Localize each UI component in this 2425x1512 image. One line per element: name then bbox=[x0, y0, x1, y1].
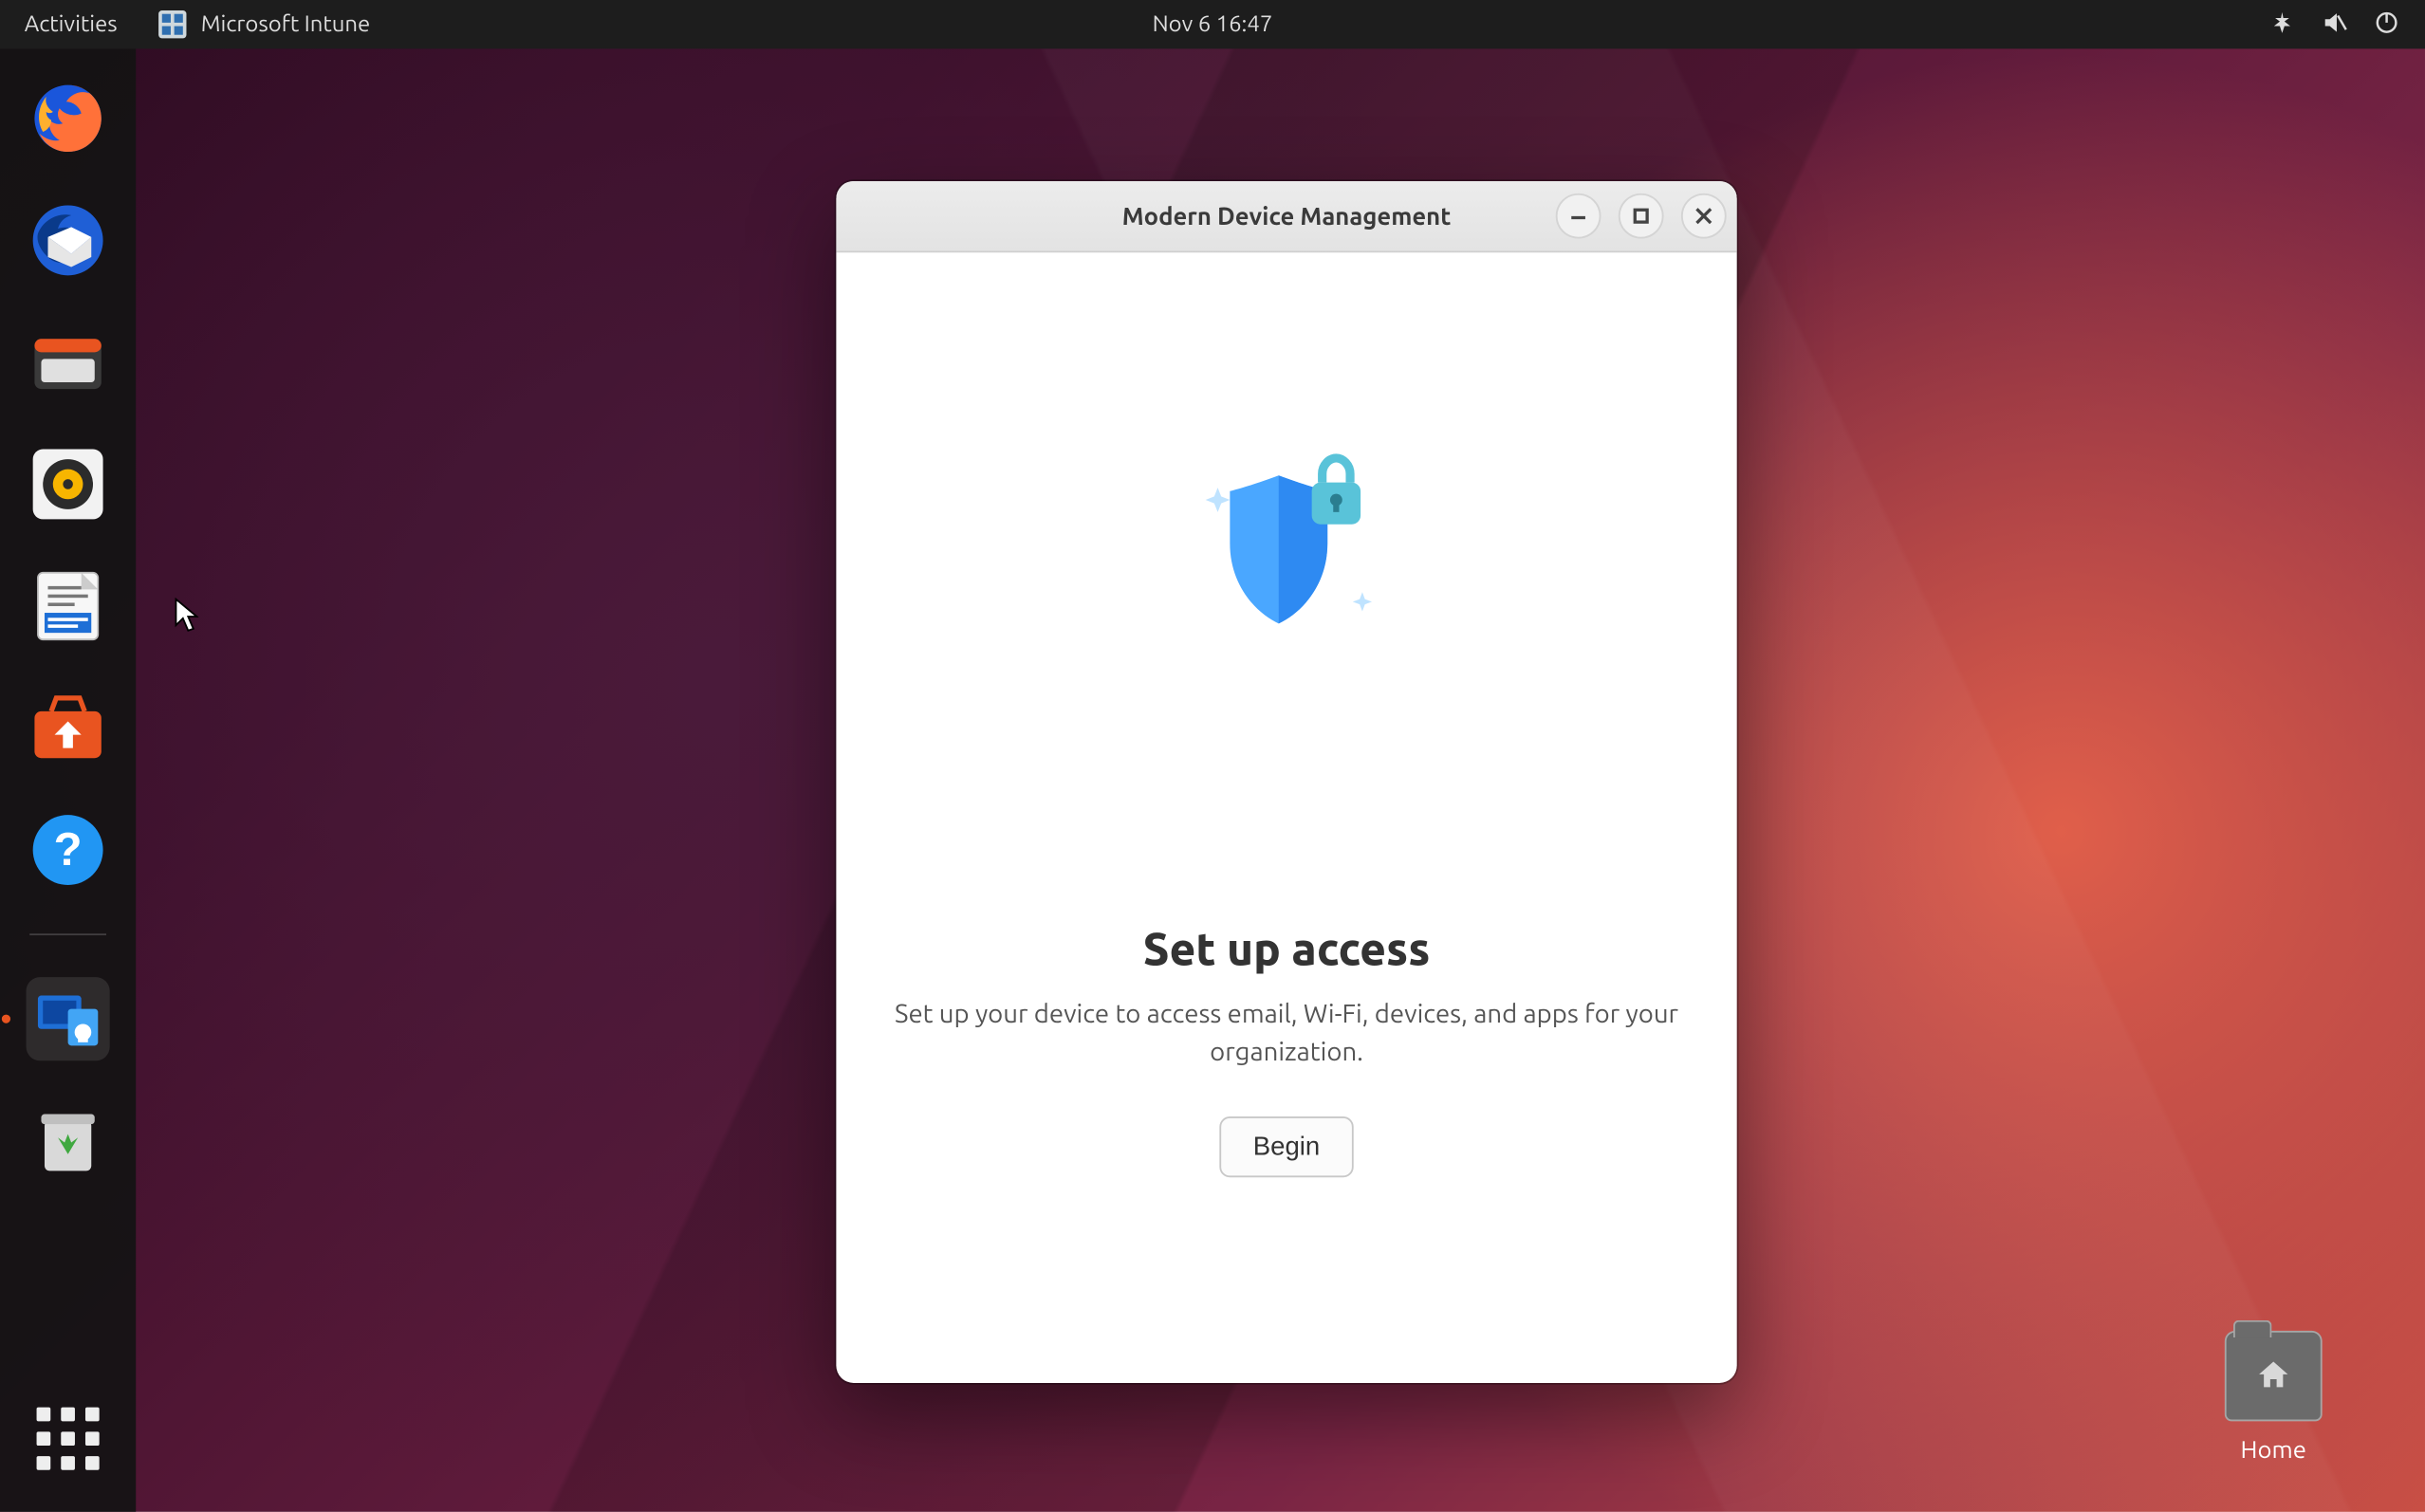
top-panel: Activities Microsoft Intune Nov 6 16:47 bbox=[0, 0, 2425, 48]
window-minimize-button[interactable] bbox=[1556, 194, 1601, 239]
dock-separator bbox=[29, 933, 106, 935]
dock-item-libreoffice-writer[interactable] bbox=[27, 564, 110, 648]
app-menu[interactable]: Microsoft Intune bbox=[141, 10, 387, 38]
dock-item-trash[interactable] bbox=[27, 1099, 110, 1183]
clock[interactable]: Nov 6 16:47 bbox=[1153, 12, 1273, 37]
app-menu-label: Microsoft Intune bbox=[201, 12, 370, 37]
begin-button[interactable]: Begin bbox=[1220, 1116, 1353, 1176]
trash-icon bbox=[28, 1100, 107, 1180]
setup-subtext: Set up your device to access email, Wi-F… bbox=[895, 994, 1678, 1070]
ubuntu-software-icon bbox=[28, 688, 107, 767]
close-icon bbox=[1695, 208, 1712, 225]
dock-item-help[interactable]: ? bbox=[27, 808, 110, 892]
volume-icon[interactable] bbox=[2321, 8, 2348, 41]
window-titlebar[interactable]: Modern Device Management bbox=[836, 181, 1736, 252]
system-tray[interactable] bbox=[2244, 8, 2425, 41]
window-maximize-button[interactable] bbox=[1619, 194, 1664, 239]
dock-item-microsoft-intune[interactable] bbox=[27, 977, 110, 1060]
minimize-icon bbox=[1569, 208, 1586, 225]
microsoft-intune-icon bbox=[28, 979, 107, 1059]
dock-item-firefox[interactable] bbox=[27, 77, 110, 160]
desktop-home-folder[interactable]: Home bbox=[2195, 1331, 2352, 1464]
dock-item-ubuntu-software[interactable] bbox=[27, 686, 110, 769]
window-close-button[interactable] bbox=[1681, 194, 1727, 239]
rhythmbox-icon bbox=[28, 444, 107, 524]
window-title: Modern Device Management bbox=[1122, 202, 1452, 230]
show-applications-button[interactable] bbox=[27, 1397, 110, 1481]
power-icon[interactable] bbox=[2373, 8, 2400, 41]
firefox-icon bbox=[28, 79, 107, 158]
files-icon bbox=[28, 323, 107, 402]
shield-lock-icon bbox=[1182, 444, 1391, 653]
home-folder-icon bbox=[2225, 1331, 2323, 1421]
desktop-home-label: Home bbox=[2195, 1435, 2352, 1463]
dock-item-files[interactable] bbox=[27, 321, 110, 404]
thunderbird-icon bbox=[28, 200, 107, 280]
svg-text:?: ? bbox=[54, 823, 83, 876]
network-icon[interactable] bbox=[2268, 8, 2296, 41]
dock: ? bbox=[0, 48, 136, 1511]
help-icon: ? bbox=[28, 810, 107, 890]
modern-device-management-window: Modern Device Management bbox=[836, 181, 1736, 1383]
setup-heading: Set up access bbox=[1143, 923, 1431, 973]
dock-item-thunderbird[interactable] bbox=[27, 198, 110, 282]
libreoffice-writer-icon bbox=[28, 566, 107, 646]
maximize-icon bbox=[1633, 208, 1650, 225]
activities-button[interactable]: Activities bbox=[0, 12, 141, 37]
app-menu-icon bbox=[159, 10, 187, 38]
dock-item-rhythmbox[interactable] bbox=[27, 442, 110, 526]
